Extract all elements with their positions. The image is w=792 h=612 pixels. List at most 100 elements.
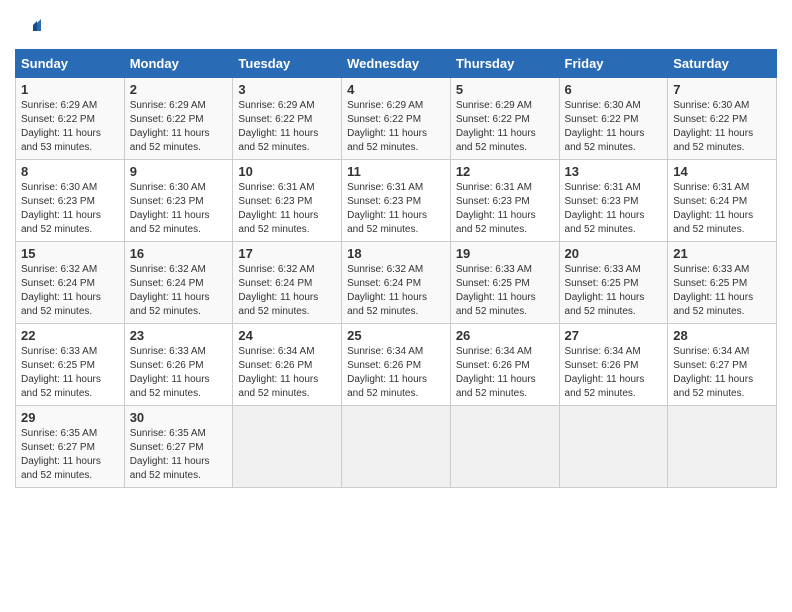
day-number: 14 <box>673 164 771 179</box>
calendar-day-cell: 21 Sunrise: 6:33 AMSunset: 6:25 PMDaylig… <box>668 242 777 324</box>
day-number: 27 <box>565 328 663 343</box>
calendar-day-cell: 5 Sunrise: 6:29 AMSunset: 6:22 PMDayligh… <box>450 78 559 160</box>
calendar-day-cell: 7 Sunrise: 6:30 AMSunset: 6:22 PMDayligh… <box>668 78 777 160</box>
calendar-day-cell <box>668 406 777 488</box>
day-number: 13 <box>565 164 663 179</box>
day-number: 15 <box>21 246 119 261</box>
day-content: Sunrise: 6:29 AMSunset: 6:22 PMDaylight:… <box>347 99 445 155</box>
day-content: Sunrise: 6:35 AMSunset: 6:27 PMDaylight:… <box>130 427 228 483</box>
day-content: Sunrise: 6:31 AMSunset: 6:23 PMDaylight:… <box>347 181 445 237</box>
calendar-day-cell: 30 Sunrise: 6:35 AMSunset: 6:27 PMDaylig… <box>124 406 233 488</box>
calendar-day-cell: 9 Sunrise: 6:30 AMSunset: 6:23 PMDayligh… <box>124 160 233 242</box>
calendar-day-cell: 28 Sunrise: 6:34 AMSunset: 6:27 PMDaylig… <box>668 324 777 406</box>
day-content: Sunrise: 6:30 AMSunset: 6:23 PMDaylight:… <box>21 181 119 237</box>
day-content: Sunrise: 6:31 AMSunset: 6:23 PMDaylight:… <box>456 181 554 237</box>
calendar-day-cell: 22 Sunrise: 6:33 AMSunset: 6:25 PMDaylig… <box>16 324 125 406</box>
column-header-tuesday: Tuesday <box>233 50 342 78</box>
day-number: 18 <box>347 246 445 261</box>
day-content: Sunrise: 6:30 AMSunset: 6:23 PMDaylight:… <box>130 181 228 237</box>
day-number: 17 <box>238 246 336 261</box>
day-content: Sunrise: 6:33 AMSunset: 6:25 PMDaylight:… <box>21 345 119 401</box>
logo-icon <box>17 15 41 39</box>
calendar-day-cell: 24 Sunrise: 6:34 AMSunset: 6:26 PMDaylig… <box>233 324 342 406</box>
calendar-day-cell: 2 Sunrise: 6:29 AMSunset: 6:22 PMDayligh… <box>124 78 233 160</box>
calendar-day-cell: 26 Sunrise: 6:34 AMSunset: 6:26 PMDaylig… <box>450 324 559 406</box>
calendar-day-cell: 6 Sunrise: 6:30 AMSunset: 6:22 PMDayligh… <box>559 78 668 160</box>
column-header-sunday: Sunday <box>16 50 125 78</box>
day-content: Sunrise: 6:29 AMSunset: 6:22 PMDaylight:… <box>456 99 554 155</box>
day-number: 20 <box>565 246 663 261</box>
calendar-day-cell <box>450 406 559 488</box>
day-number: 25 <box>347 328 445 343</box>
day-number: 11 <box>347 164 445 179</box>
calendar-week-row: 1 Sunrise: 6:29 AMSunset: 6:22 PMDayligh… <box>16 78 777 160</box>
calendar-week-row: 8 Sunrise: 6:30 AMSunset: 6:23 PMDayligh… <box>16 160 777 242</box>
logo <box>15 15 41 39</box>
day-content: Sunrise: 6:31 AMSunset: 6:23 PMDaylight:… <box>238 181 336 237</box>
day-content: Sunrise: 6:33 AMSunset: 6:25 PMDaylight:… <box>565 263 663 319</box>
calendar-day-cell <box>559 406 668 488</box>
day-content: Sunrise: 6:34 AMSunset: 6:27 PMDaylight:… <box>673 345 771 401</box>
day-content: Sunrise: 6:30 AMSunset: 6:22 PMDaylight:… <box>673 99 771 155</box>
calendar-day-cell <box>342 406 451 488</box>
calendar-day-cell: 16 Sunrise: 6:32 AMSunset: 6:24 PMDaylig… <box>124 242 233 324</box>
column-header-thursday: Thursday <box>450 50 559 78</box>
calendar-day-cell: 20 Sunrise: 6:33 AMSunset: 6:25 PMDaylig… <box>559 242 668 324</box>
calendar-week-row: 15 Sunrise: 6:32 AMSunset: 6:24 PMDaylig… <box>16 242 777 324</box>
day-number: 22 <box>21 328 119 343</box>
day-number: 29 <box>21 410 119 425</box>
day-content: Sunrise: 6:30 AMSunset: 6:22 PMDaylight:… <box>565 99 663 155</box>
calendar-day-cell: 19 Sunrise: 6:33 AMSunset: 6:25 PMDaylig… <box>450 242 559 324</box>
day-content: Sunrise: 6:34 AMSunset: 6:26 PMDaylight:… <box>347 345 445 401</box>
day-content: Sunrise: 6:33 AMSunset: 6:25 PMDaylight:… <box>673 263 771 319</box>
day-content: Sunrise: 6:32 AMSunset: 6:24 PMDaylight:… <box>238 263 336 319</box>
day-content: Sunrise: 6:35 AMSunset: 6:27 PMDaylight:… <box>21 427 119 483</box>
column-header-wednesday: Wednesday <box>342 50 451 78</box>
day-number: 28 <box>673 328 771 343</box>
day-number: 3 <box>238 82 336 97</box>
day-number: 10 <box>238 164 336 179</box>
day-number: 9 <box>130 164 228 179</box>
day-content: Sunrise: 6:34 AMSunset: 6:26 PMDaylight:… <box>456 345 554 401</box>
calendar-day-cell: 4 Sunrise: 6:29 AMSunset: 6:22 PMDayligh… <box>342 78 451 160</box>
day-number: 4 <box>347 82 445 97</box>
calendar-day-cell: 14 Sunrise: 6:31 AMSunset: 6:24 PMDaylig… <box>668 160 777 242</box>
calendar-header-row: SundayMondayTuesdayWednesdayThursdayFrid… <box>16 50 777 78</box>
day-number: 21 <box>673 246 771 261</box>
day-number: 24 <box>238 328 336 343</box>
day-content: Sunrise: 6:31 AMSunset: 6:23 PMDaylight:… <box>565 181 663 237</box>
day-number: 8 <box>21 164 119 179</box>
calendar-day-cell: 29 Sunrise: 6:35 AMSunset: 6:27 PMDaylig… <box>16 406 125 488</box>
day-number: 19 <box>456 246 554 261</box>
calendar-day-cell: 27 Sunrise: 6:34 AMSunset: 6:26 PMDaylig… <box>559 324 668 406</box>
day-content: Sunrise: 6:29 AMSunset: 6:22 PMDaylight:… <box>130 99 228 155</box>
day-content: Sunrise: 6:34 AMSunset: 6:26 PMDaylight:… <box>238 345 336 401</box>
day-number: 30 <box>130 410 228 425</box>
calendar-day-cell <box>233 406 342 488</box>
calendar-day-cell: 10 Sunrise: 6:31 AMSunset: 6:23 PMDaylig… <box>233 160 342 242</box>
day-number: 16 <box>130 246 228 261</box>
calendar-day-cell: 15 Sunrise: 6:32 AMSunset: 6:24 PMDaylig… <box>16 242 125 324</box>
day-content: Sunrise: 6:31 AMSunset: 6:24 PMDaylight:… <box>673 181 771 237</box>
calendar-day-cell: 1 Sunrise: 6:29 AMSunset: 6:22 PMDayligh… <box>16 78 125 160</box>
day-content: Sunrise: 6:33 AMSunset: 6:26 PMDaylight:… <box>130 345 228 401</box>
calendar-day-cell: 8 Sunrise: 6:30 AMSunset: 6:23 PMDayligh… <box>16 160 125 242</box>
calendar-week-row: 22 Sunrise: 6:33 AMSunset: 6:25 PMDaylig… <box>16 324 777 406</box>
day-number: 5 <box>456 82 554 97</box>
calendar-table: SundayMondayTuesdayWednesdayThursdayFrid… <box>15 49 777 488</box>
day-number: 6 <box>565 82 663 97</box>
calendar-day-cell: 23 Sunrise: 6:33 AMSunset: 6:26 PMDaylig… <box>124 324 233 406</box>
day-content: Sunrise: 6:29 AMSunset: 6:22 PMDaylight:… <box>238 99 336 155</box>
day-number: 1 <box>21 82 119 97</box>
day-content: Sunrise: 6:33 AMSunset: 6:25 PMDaylight:… <box>456 263 554 319</box>
header <box>15 15 777 39</box>
day-number: 23 <box>130 328 228 343</box>
day-content: Sunrise: 6:29 AMSunset: 6:22 PMDaylight:… <box>21 99 119 155</box>
column-header-monday: Monday <box>124 50 233 78</box>
day-content: Sunrise: 6:32 AMSunset: 6:24 PMDaylight:… <box>130 263 228 319</box>
calendar-day-cell: 18 Sunrise: 6:32 AMSunset: 6:24 PMDaylig… <box>342 242 451 324</box>
day-number: 12 <box>456 164 554 179</box>
column-header-friday: Friday <box>559 50 668 78</box>
day-number: 7 <box>673 82 771 97</box>
calendar-day-cell: 13 Sunrise: 6:31 AMSunset: 6:23 PMDaylig… <box>559 160 668 242</box>
